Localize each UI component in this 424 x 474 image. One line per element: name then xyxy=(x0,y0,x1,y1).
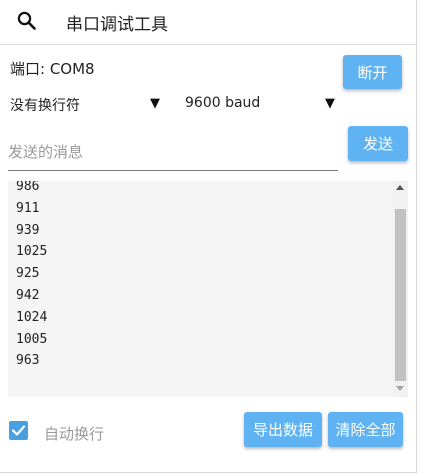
line-ending-select[interactable]: 没有换行符 ▼ xyxy=(10,95,160,119)
auto-wrap-checkbox[interactable] xyxy=(9,421,28,440)
auto-wrap-label: 自动换行 xyxy=(44,425,105,443)
clear-all-button[interactable]: 清除全部 xyxy=(328,412,403,447)
scroll-up-arrow-icon[interactable] xyxy=(396,185,404,190)
checkmark-icon xyxy=(11,425,26,436)
message-input-container xyxy=(8,135,338,171)
dropdown-arrow-icon: ▼ xyxy=(150,96,160,111)
dropdown-arrow-icon: ▼ xyxy=(325,96,335,111)
log-line: 963 xyxy=(16,353,40,369)
log-lines: 986 911 939 1025 925 942 1024 1005 963 xyxy=(16,181,47,372)
log-line: 911 xyxy=(16,200,40,216)
scroll-thumb[interactable] xyxy=(395,209,406,381)
serial-debug-panel: 串口调试工具 端口: COM8 断开 没有换行符 ▼ 9600 baud ▼ 发… xyxy=(0,0,417,473)
app-header: 串口调试工具 xyxy=(0,0,416,45)
send-button[interactable]: 发送 xyxy=(348,126,408,161)
log-line: 986 xyxy=(16,181,40,194)
log-line: 939 xyxy=(16,222,40,238)
log-scrollbar[interactable] xyxy=(393,181,408,397)
export-data-button[interactable]: 导出数据 xyxy=(244,412,322,447)
log-line: 942 xyxy=(16,287,40,303)
log-line: 1005 xyxy=(16,331,48,347)
log-line: 1025 xyxy=(16,244,48,260)
message-input[interactable] xyxy=(8,141,338,163)
log-line: 1024 xyxy=(16,309,48,325)
baud-rate-value: 9600 baud xyxy=(185,95,261,111)
disconnect-button[interactable]: 断开 xyxy=(343,55,402,89)
line-ending-value: 没有换行符 xyxy=(10,98,80,114)
baud-rate-select[interactable]: 9600 baud ▼ xyxy=(185,95,335,119)
search-icon[interactable] xyxy=(16,10,38,32)
page-title: 串口调试工具 xyxy=(66,15,168,35)
serial-log[interactable]: 986 911 939 1025 925 942 1024 1005 963 xyxy=(8,181,408,397)
scroll-down-arrow-icon[interactable] xyxy=(396,386,404,391)
log-line: 925 xyxy=(16,266,40,282)
port-label: 端口: COM8 xyxy=(10,60,95,78)
